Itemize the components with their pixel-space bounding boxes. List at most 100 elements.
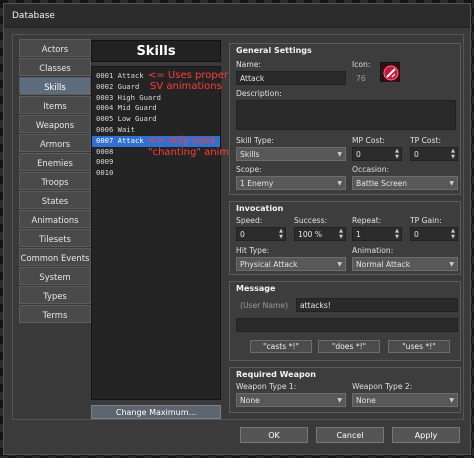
mp-cost-stepper[interactable]: 0 ▲ ▼ (352, 147, 402, 161)
skill-icon[interactable] (380, 62, 400, 82)
tab-items[interactable]: Items (19, 96, 91, 114)
occasion-select[interactable]: Battle Screen ▼ (352, 176, 458, 190)
animation-value: Normal Attack (356, 260, 411, 269)
apply-button[interactable]: Apply (392, 427, 460, 443)
change-maximum-button[interactable]: Change Maximum... (91, 405, 221, 419)
chevron-down-icon: ▼ (337, 261, 342, 268)
weapon-type2-select[interactable]: None ▼ (352, 393, 458, 407)
user-name-placeholder: (User Name) (240, 301, 289, 310)
list-item[interactable]: 0010 (92, 168, 220, 179)
weapon-type1-select[interactable]: None ▼ (236, 393, 346, 407)
tab-system[interactable]: System (19, 267, 91, 285)
hit-type-select[interactable]: Physical Attack ▼ (236, 257, 346, 271)
tab-terms[interactable]: Terms (19, 305, 91, 323)
list-item[interactable]: 0004 Mid Guard (92, 103, 220, 114)
skill-type-select[interactable]: Skills ▼ (236, 147, 346, 161)
occasion-label: Occasion: (352, 165, 390, 174)
tab-troops[interactable]: Troops (19, 172, 91, 190)
stepper-arrows-icon[interactable]: ▲ ▼ (451, 228, 455, 240)
database-content: Actors Classes Skills Items Weapons Armo… (12, 34, 464, 420)
cancel-button[interactable]: Cancel (316, 427, 384, 443)
speed-label: Speed: (236, 216, 263, 225)
does-button[interactable]: "does *!" (318, 340, 380, 353)
invocation-group: Invocation Speed: 0 ▲ ▼ Success: 100 % ▲ ▼… (229, 201, 461, 275)
chevron-down-icon: ▼ (449, 261, 454, 268)
tab-animations[interactable]: Animations (19, 210, 91, 228)
sword-shield-icon (382, 64, 400, 82)
repeat-stepper[interactable]: 1 ▲ ▼ (352, 227, 402, 241)
skill-type-label: Skill Type: (236, 136, 274, 145)
occasion-value: Battle Screen (356, 179, 408, 188)
skill-type-value: Skills (240, 150, 260, 159)
stepper-arrows-icon[interactable]: ▲ ▼ (395, 228, 399, 240)
tab-tilesets[interactable]: Tilesets (19, 229, 91, 247)
hit-type-value: Physical Attack (240, 260, 298, 269)
tab-common-events[interactable]: Common Events (19, 248, 91, 266)
tp-gain-label: TP Gain: (410, 216, 442, 225)
weapon-type2-value: None (356, 396, 376, 405)
icon-index: 76 (356, 74, 366, 83)
message-group: Message (User Name) attacks! "casts *!" … (229, 281, 461, 361)
tab-weapons[interactable]: Weapons (19, 115, 91, 133)
uses-button[interactable]: "uses *!" (388, 340, 450, 353)
icon-label: Icon: (352, 60, 371, 69)
required-weapon-group: Required Weapon Weapon Type 1: None ▼ We… (229, 367, 461, 413)
tp-gain-stepper[interactable]: 0 ▲ ▼ (410, 227, 458, 241)
weapon-type1-label: Weapon Type 1: (236, 382, 297, 391)
message-title: Message (236, 284, 276, 293)
tp-cost-stepper[interactable]: 0 ▲ ▼ (410, 147, 458, 161)
tab-states[interactable]: States (19, 191, 91, 209)
success-value: 100 % (298, 230, 323, 239)
mp-cost-value: 0 (356, 150, 361, 159)
list-item[interactable]: 0003 High Guard (92, 93, 220, 104)
stepper-arrows-icon[interactable]: ▲ ▼ (395, 148, 399, 160)
window-title: Database (4, 4, 470, 28)
tp-cost-value: 0 (414, 150, 419, 159)
stepper-arrows-icon[interactable]: ▲ ▼ (451, 148, 455, 160)
name-field[interactable]: Attack (236, 71, 346, 85)
mp-cost-label: MP Cost: (352, 136, 385, 145)
description-field[interactable] (236, 100, 456, 130)
repeat-label: Repeat: (352, 216, 382, 225)
general-settings-group: General Settings Name: Attack Icon: 76 D… (229, 43, 461, 195)
skill-list-panel: Skills 0001 Attack 0002 Guard 0003 High … (91, 40, 254, 419)
success-label: Success: (294, 216, 328, 225)
name-label: Name: (236, 60, 261, 69)
list-header: Skills (91, 40, 221, 62)
speed-stepper[interactable]: 0 ▲ ▼ (236, 227, 286, 241)
casts-button[interactable]: "casts *!" (250, 340, 312, 353)
annotation-note-1-line1: <= Uses proper (148, 70, 228, 81)
annotation-note-1-line2: SV animations (150, 81, 222, 92)
scope-value: 1 Enemy (240, 179, 274, 188)
stepper-arrows-icon[interactable]: ▲ ▼ (339, 228, 343, 240)
tab-enemies[interactable]: Enemies (19, 153, 91, 171)
scope-select[interactable]: 1 Enemy ▼ (236, 176, 346, 190)
general-settings-title: General Settings (236, 46, 312, 55)
annotation-note-2-line1: <= only uses (148, 135, 216, 146)
success-stepper[interactable]: 100 % ▲ ▼ (294, 227, 346, 241)
list-item[interactable]: 0009 (92, 157, 220, 168)
ok-button[interactable]: OK (240, 427, 308, 443)
category-tabs: Actors Classes Skills Items Weapons Armo… (19, 39, 91, 323)
database-window: Database Actors Classes Skills Items Wea… (3, 3, 471, 455)
chevron-down-icon: ▼ (337, 151, 342, 158)
skill-list[interactable]: 0001 Attack 0002 Guard 0003 High Guard 0… (91, 66, 254, 400)
tab-types[interactable]: Types (19, 286, 91, 304)
message-line1-field[interactable]: attacks! (296, 298, 458, 312)
chevron-down-icon: ▼ (449, 180, 454, 187)
tab-armors[interactable]: Armors (19, 134, 91, 152)
invocation-title: Invocation (236, 204, 284, 213)
tab-actors[interactable]: Actors (19, 39, 91, 57)
message-line2-field[interactable] (236, 318, 458, 332)
chevron-down-icon: ▼ (337, 397, 342, 404)
tab-classes[interactable]: Classes (19, 58, 91, 76)
weapon-type2-label: Weapon Type 2: (352, 382, 413, 391)
tp-cost-label: TP Cost: (410, 136, 442, 145)
animation-select[interactable]: Normal Attack ▼ (352, 257, 458, 271)
tab-skills[interactable]: Skills (19, 77, 91, 95)
scope-label: Scope: (236, 165, 262, 174)
weapon-type1-value: None (240, 396, 260, 405)
list-item[interactable]: 0005 Low Guard (92, 114, 220, 125)
required-weapon-title: Required Weapon (236, 370, 316, 379)
stepper-arrows-icon[interactable]: ▲ ▼ (279, 228, 283, 240)
